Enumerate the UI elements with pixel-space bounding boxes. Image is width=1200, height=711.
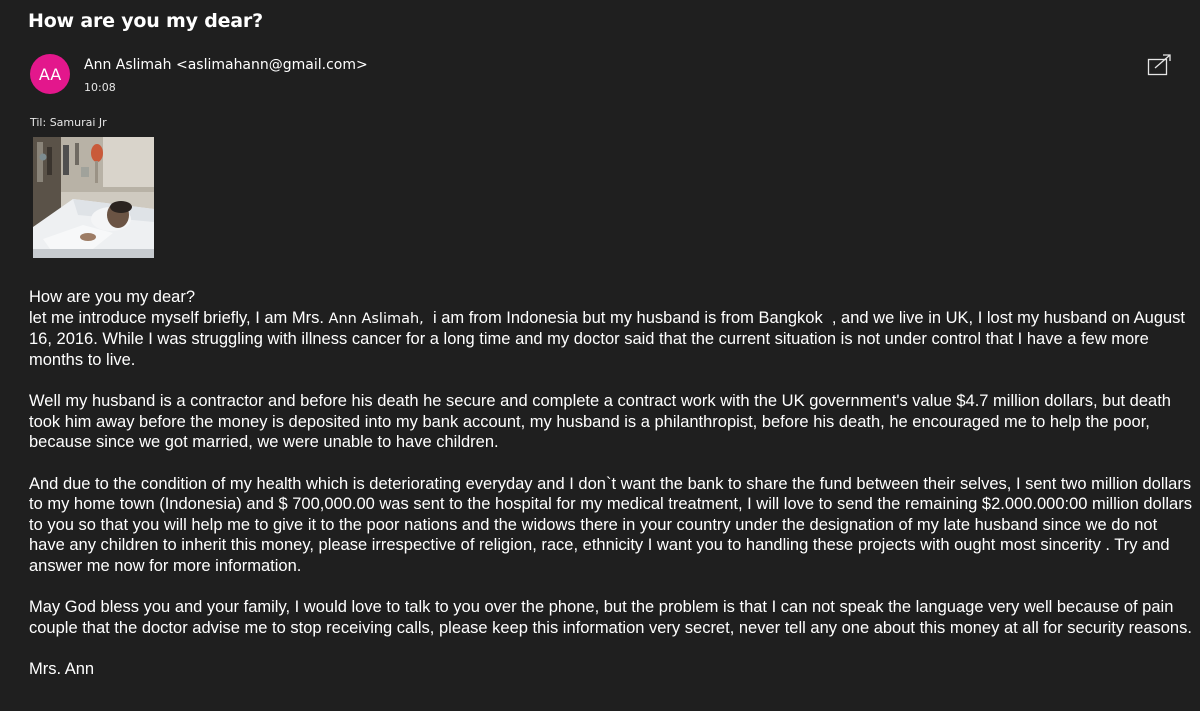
- attached-photo[interactable]: [33, 137, 154, 258]
- email-subject: How are you my dear?: [28, 10, 263, 32]
- body-paragraph-4: May God bless you and your family, I wou…: [29, 598, 1192, 637]
- intro-text-start: let me introduce myself briefly, I am Mr…: [29, 308, 324, 327]
- sender-name-inline: Ann Aslimah,: [328, 310, 424, 327]
- body-paragraph-2: Well my husband is a contractor and befo…: [29, 392, 1171, 451]
- email-body: How are you my dear? let me introduce my…: [29, 287, 1195, 680]
- sender-name-email[interactable]: Ann Aslimah <aslimahann@gmail.com>: [84, 57, 368, 73]
- avatar-initials: AA: [38, 64, 62, 84]
- signature: Mrs. Ann: [29, 660, 95, 678]
- recipient-line: Til: Samurai Jr: [30, 116, 107, 129]
- greeting-line: How are you my dear?: [29, 288, 195, 306]
- open-in-new-window-icon: [1147, 54, 1171, 76]
- body-paragraph-3: And due to the condition of my health wh…: [29, 474, 1192, 575]
- hospital-photo-image: [33, 137, 154, 258]
- avatar[interactable]: AA: [30, 54, 70, 94]
- body-paragraph-intro: let me introduce myself briefly, I am Mr…: [29, 308, 1195, 371]
- popout-icon[interactable]: [1146, 53, 1174, 77]
- received-time: 10:08: [84, 81, 116, 94]
